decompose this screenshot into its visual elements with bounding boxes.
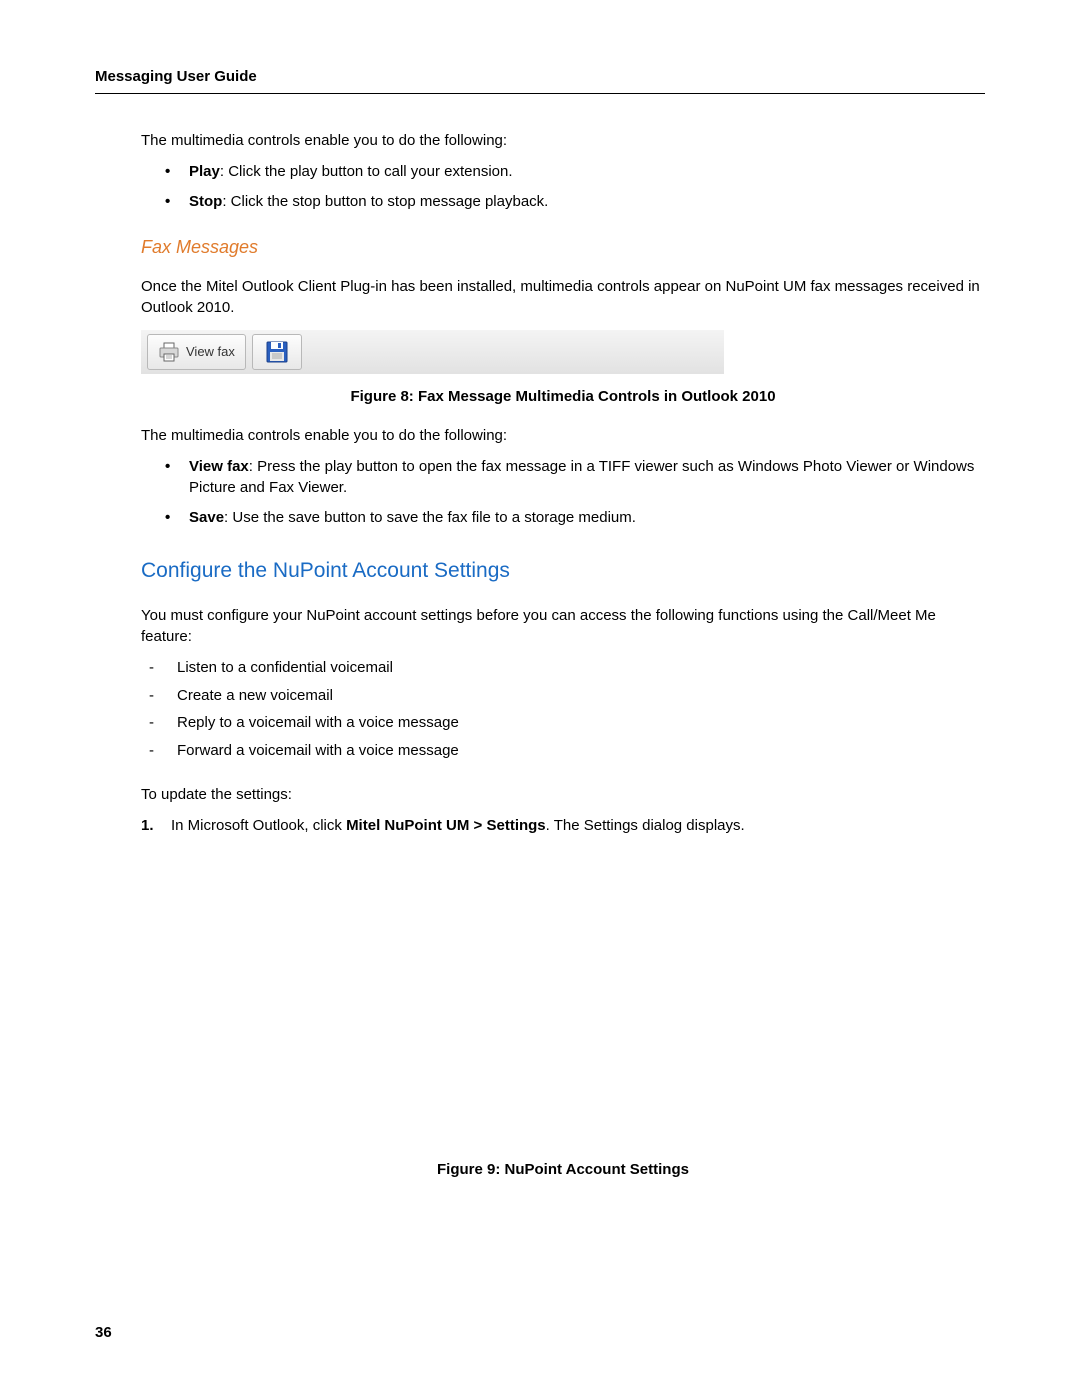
page-content: The multimedia controls enable you to do… [95, 130, 985, 1178]
fax-intro2: The multimedia controls enable you to do… [141, 425, 985, 446]
configure-para2: To update the settings: [141, 784, 985, 805]
step-1-bold: Mitel NuPoint UM > Settings [346, 817, 546, 834]
dash-item: Listen to a confidential voicemail [149, 657, 985, 679]
fax-heading: Fax Messages [141, 237, 985, 258]
configure-heading: Configure the NuPoint Account Settings [141, 559, 985, 583]
configure-steps: 1. In Microsoft Outlook, click Mitel NuP… [141, 815, 985, 837]
page-number: 36 [95, 1324, 112, 1341]
bullet-viewfax: View fax: Press the play button to open … [165, 456, 985, 500]
save-button[interactable] [252, 334, 302, 370]
bullet-stop: Stop: Click the stop button to stop mess… [165, 191, 985, 213]
printer-icon [158, 342, 180, 362]
page-header: Messaging User Guide [95, 68, 985, 94]
bullet-viewfax-text: : Press the play button to open the fax … [189, 458, 974, 497]
step-1-pre: In Microsoft Outlook, click [171, 817, 346, 834]
view-fax-label: View fax [186, 344, 235, 359]
bullet-stop-label: Stop [189, 193, 222, 210]
dash-item: Create a new voicemail [149, 685, 985, 707]
bullet-save-text: : Use the save button to save the fax fi… [224, 509, 636, 526]
bullet-play: Play: Click the play button to call your… [165, 161, 985, 183]
figure9-caption: Figure 9: NuPoint Account Settings [141, 1161, 985, 1178]
header-title: Messaging User Guide [95, 68, 257, 85]
fax-toolbar: View fax [141, 330, 724, 374]
step-1-num: 1. [141, 815, 154, 837]
section1-bullets: Play: Click the play button to call your… [141, 161, 985, 213]
dash-item: Reply to a voicemail with a voice messag… [149, 712, 985, 734]
bullet-viewfax-label: View fax [189, 458, 249, 475]
fax-bullets: View fax: Press the play button to open … [141, 456, 985, 529]
bullet-play-label: Play [189, 163, 220, 180]
floppy-disk-icon [266, 341, 288, 363]
dash-item: Forward a voicemail with a voice message [149, 740, 985, 762]
configure-dashes: Listen to a confidential voicemail Creat… [141, 657, 985, 762]
bullet-save: Save: Use the save button to save the fa… [165, 507, 985, 529]
fax-para1: Once the Mitel Outlook Client Plug-in ha… [141, 276, 985, 318]
figure8-caption: Figure 8: Fax Message Multimedia Control… [141, 388, 985, 405]
bullet-stop-text: : Click the stop button to stop message … [222, 193, 548, 210]
step-1: 1. In Microsoft Outlook, click Mitel NuP… [141, 815, 985, 837]
configure-para1: You must configure your NuPoint account … [141, 605, 985, 647]
section1-intro: The multimedia controls enable you to do… [141, 130, 985, 151]
bullet-save-label: Save [189, 509, 224, 526]
bullet-play-text: : Click the play button to call your ext… [220, 163, 513, 180]
view-fax-button[interactable]: View fax [147, 334, 246, 370]
step-1-post: . The Settings dialog displays. [546, 817, 745, 834]
figure9-placeholder [141, 857, 985, 1147]
